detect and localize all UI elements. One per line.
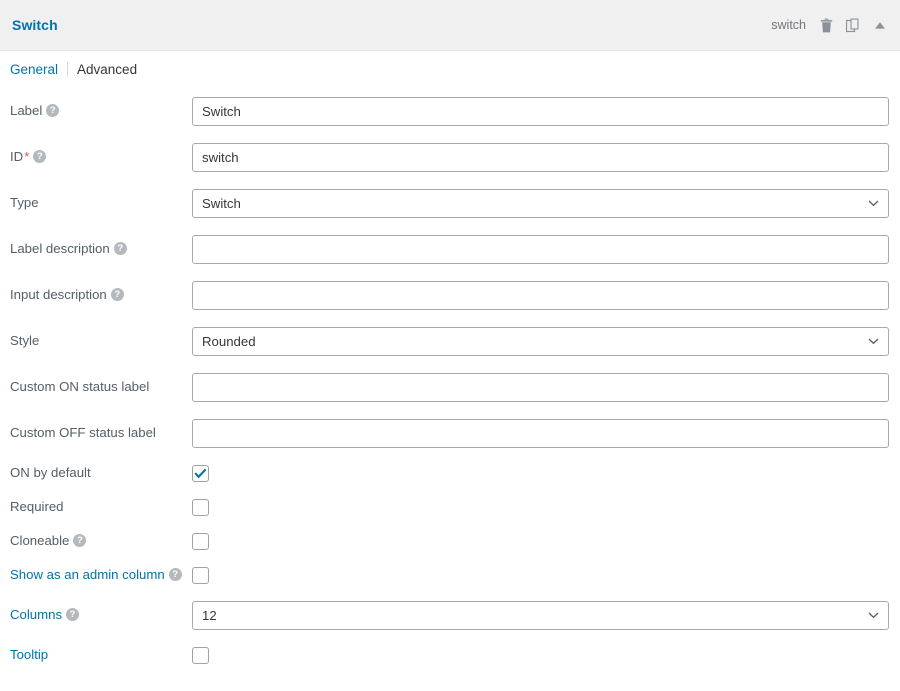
columns-select-value: 12 xyxy=(202,608,879,623)
field-admin-column xyxy=(192,567,889,584)
label-admin-column[interactable]: Show as an admin column ? xyxy=(10,568,192,581)
label-text: Type xyxy=(10,196,39,209)
label-cloneable: Cloneable ? xyxy=(10,534,192,547)
row-columns: Columns ? 12 xyxy=(0,592,900,638)
required-checkbox[interactable] xyxy=(192,499,209,516)
tab-bar: General Advanced xyxy=(0,51,900,88)
label-text: Columns xyxy=(10,608,62,621)
required-asterisk: * xyxy=(24,150,29,163)
field-label xyxy=(192,97,889,126)
help-icon[interactable]: ? xyxy=(33,150,46,163)
help-icon[interactable]: ? xyxy=(111,288,124,301)
custom-on-label-input[interactable] xyxy=(192,373,889,402)
row-label-description: Label description ? xyxy=(0,226,900,272)
on-by-default-checkbox[interactable] xyxy=(192,465,209,482)
help-icon[interactable]: ? xyxy=(169,568,182,581)
row-cloneable: Cloneable ? xyxy=(0,524,900,558)
label-style: Style xyxy=(10,334,192,347)
row-required: Required xyxy=(0,490,900,524)
check-icon xyxy=(194,468,207,479)
tab-general[interactable]: General xyxy=(10,62,58,77)
style-select-value: Rounded xyxy=(202,334,879,349)
field-custom-off-label xyxy=(192,419,889,448)
row-custom-on-label: Custom ON status label xyxy=(0,364,900,410)
label-text: Input description xyxy=(10,288,107,301)
label-text: ON by default xyxy=(10,466,91,479)
label-text: Label xyxy=(10,104,42,117)
field-custom-on-label xyxy=(192,373,889,402)
field-style: Rounded xyxy=(192,327,889,356)
label-label-description: Label description ? xyxy=(10,242,192,255)
label-input-description: Input description ? xyxy=(10,288,192,301)
row-input-description: Input description ? xyxy=(0,272,900,318)
field-cloneable xyxy=(192,533,889,550)
field-label-description xyxy=(192,235,889,264)
row-admin-column: Show as an admin column ? xyxy=(0,558,900,592)
label-columns[interactable]: Columns ? xyxy=(10,608,192,621)
trash-icon[interactable] xyxy=(818,16,834,34)
tab-divider xyxy=(67,62,68,77)
row-label: Label ? xyxy=(0,88,900,134)
input-description-input[interactable] xyxy=(192,281,889,310)
help-icon[interactable]: ? xyxy=(46,104,59,117)
label-custom-on-label: Custom ON status label xyxy=(10,380,192,393)
field-id-badge: switch xyxy=(771,18,806,32)
label-tooltip[interactable]: Tooltip xyxy=(10,648,192,661)
label-id: ID * ? xyxy=(10,150,192,163)
chevron-down-icon xyxy=(868,328,879,355)
help-icon[interactable]: ? xyxy=(66,608,79,621)
tab-advanced[interactable]: Advanced xyxy=(77,62,137,77)
field-id xyxy=(192,143,889,172)
label-text: Custom OFF status label xyxy=(10,426,156,439)
label-text: Label description xyxy=(10,242,110,255)
label-text: Cloneable xyxy=(10,534,69,547)
type-select-value: Switch xyxy=(202,196,879,211)
id-input[interactable] xyxy=(192,143,889,172)
field-on-by-default xyxy=(192,465,889,482)
label-text: Style xyxy=(10,334,39,347)
label-text: ID xyxy=(10,150,23,163)
help-icon[interactable]: ? xyxy=(114,242,127,255)
label-text: Show as an admin column xyxy=(10,568,165,581)
type-select[interactable]: Switch xyxy=(192,189,889,218)
label-on-by-default: ON by default xyxy=(10,466,192,479)
label-type: Type xyxy=(10,196,192,209)
label-input[interactable] xyxy=(192,97,889,126)
admin-column-checkbox[interactable] xyxy=(192,567,209,584)
settings-form: Label ? ID * ? Type Switch xyxy=(0,88,900,672)
row-style: Style Rounded xyxy=(0,318,900,364)
field-tooltip xyxy=(192,647,889,664)
row-on-by-default: ON by default xyxy=(0,456,900,490)
field-input-description xyxy=(192,281,889,310)
custom-off-label-input[interactable] xyxy=(192,419,889,448)
chevron-down-icon xyxy=(868,190,879,217)
row-type: Type Switch xyxy=(0,180,900,226)
field-required xyxy=(192,499,889,516)
style-select[interactable]: Rounded xyxy=(192,327,889,356)
duplicate-icon[interactable] xyxy=(845,16,861,34)
label-custom-off-label: Custom OFF status label xyxy=(10,426,192,439)
row-tooltip: Tooltip xyxy=(0,638,900,672)
cloneable-checkbox[interactable] xyxy=(192,533,209,550)
field-type: Switch xyxy=(192,189,889,218)
field-columns: 12 xyxy=(192,601,889,630)
label-text: Required xyxy=(10,500,64,513)
page-title: Switch xyxy=(12,17,58,33)
label-description-input[interactable] xyxy=(192,235,889,264)
header-actions: switch xyxy=(771,16,888,34)
row-id: ID * ? xyxy=(0,134,900,180)
label-text: Custom ON status label xyxy=(10,380,149,393)
collapse-up-icon[interactable] xyxy=(872,16,888,34)
row-custom-off-label: Custom OFF status label xyxy=(0,410,900,456)
tooltip-checkbox[interactable] xyxy=(192,647,209,664)
chevron-down-icon xyxy=(868,602,879,629)
label-required: Required xyxy=(10,500,192,513)
help-icon[interactable]: ? xyxy=(73,534,86,547)
columns-select[interactable]: 12 xyxy=(192,601,889,630)
label-label: Label ? xyxy=(10,104,192,117)
label-text: Tooltip xyxy=(10,648,48,661)
panel-header: Switch switch xyxy=(0,0,900,51)
